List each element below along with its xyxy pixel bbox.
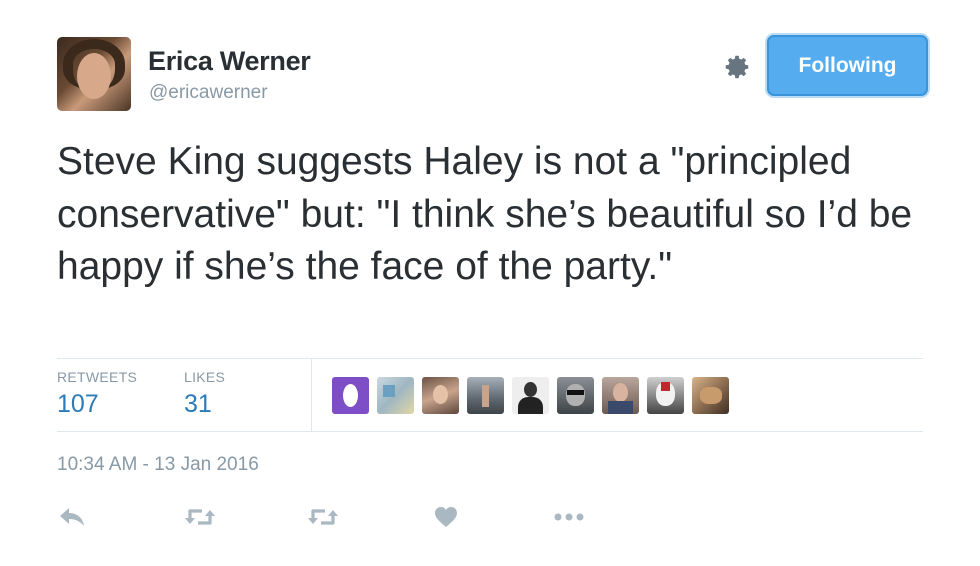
liker-avatar-5-body bbox=[518, 397, 543, 414]
liker-avatar-3[interactable] bbox=[422, 377, 459, 414]
liker-avatar-4-figure bbox=[482, 385, 489, 407]
liker-avatar-6[interactable] bbox=[557, 377, 594, 414]
liker-avatar-6-glasses bbox=[567, 390, 584, 395]
more-icon[interactable] bbox=[553, 500, 585, 534]
retweets-count: 107 bbox=[57, 390, 99, 418]
tweet-timestamp[interactable]: 10:34 AM - 13 Jan 2016 bbox=[57, 454, 259, 476]
tweet-text: Steve King suggests Haley is not a "prin… bbox=[57, 140, 913, 288]
liker-avatar-3-face bbox=[433, 385, 448, 404]
author-avatar[interactable] bbox=[57, 37, 131, 111]
likes-count: 31 bbox=[184, 390, 212, 418]
following-button[interactable]: Following bbox=[767, 35, 928, 96]
liker-avatar-7[interactable] bbox=[602, 377, 639, 414]
retweet-icon-svg bbox=[185, 509, 215, 525]
liker-avatar-8[interactable] bbox=[647, 377, 684, 414]
likes-stat[interactable]: LIKES 31 bbox=[184, 369, 225, 419]
author-handle[interactable]: @ericawerner bbox=[149, 82, 268, 104]
liker-avatar-7-face bbox=[613, 383, 628, 402]
liker-avatar-8-mark bbox=[661, 382, 670, 391]
heart-icon-svg bbox=[435, 507, 457, 527]
liker-avatar-2[interactable] bbox=[377, 377, 414, 414]
liker-avatar-7-suit bbox=[608, 401, 633, 414]
retweet-icon[interactable] bbox=[183, 500, 217, 534]
stats-divider-bottom bbox=[57, 431, 923, 432]
liker-avatar-2-shape bbox=[383, 385, 395, 397]
gear-icon-svg bbox=[725, 55, 749, 79]
stats-vertical-divider bbox=[311, 358, 312, 431]
liker-avatar-9-shape bbox=[700, 387, 722, 404]
retweet-icon-secondary[interactable] bbox=[306, 500, 340, 534]
liker-avatar-9[interactable] bbox=[692, 377, 729, 414]
likes-label: LIKES bbox=[184, 369, 226, 385]
liker-avatar-5[interactable] bbox=[512, 377, 549, 414]
retweets-label: RETWEETS bbox=[57, 369, 138, 385]
author-name[interactable]: Erica Werner bbox=[148, 46, 311, 77]
stats-divider-top bbox=[57, 358, 923, 359]
heart-icon[interactable] bbox=[433, 500, 459, 534]
liker-avatar-6-face bbox=[566, 384, 585, 406]
liker-avatar-4[interactable] bbox=[467, 377, 504, 414]
retweets-stat[interactable]: RETWEETS 107 bbox=[57, 369, 137, 419]
liker-avatars bbox=[332, 377, 729, 414]
liker-avatar-1-shape bbox=[343, 384, 358, 407]
gear-icon[interactable] bbox=[722, 52, 752, 82]
tweet-actions bbox=[0, 500, 980, 534]
retweet-icon-secondary-svg bbox=[308, 509, 338, 525]
more-icon-svg bbox=[554, 513, 584, 521]
liker-avatar-5-head bbox=[524, 382, 537, 397]
reply-icon[interactable] bbox=[57, 500, 87, 534]
avatar-face bbox=[77, 53, 111, 99]
reply-icon-svg bbox=[60, 508, 84, 526]
liker-avatar-1[interactable] bbox=[332, 377, 369, 414]
